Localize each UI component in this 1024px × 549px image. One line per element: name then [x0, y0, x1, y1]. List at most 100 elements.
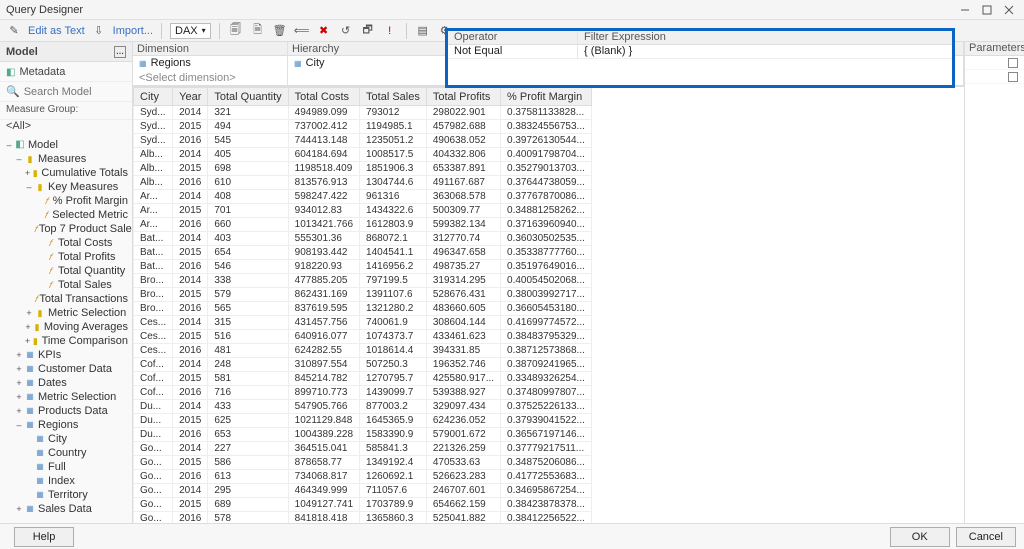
expand-button[interactable]: … — [114, 46, 126, 58]
tree-twisty[interactable]: – — [24, 180, 34, 194]
tool-icon-3[interactable]: 🗑 — [272, 23, 288, 39]
parameter-checkbox-1[interactable] — [1008, 58, 1018, 68]
table-row[interactable]: Bro...2016565837619.5951321280.2483660.6… — [134, 302, 592, 316]
measure-group-select[interactable]: <All> — [0, 120, 132, 136]
filter-operator-cell[interactable]: Not Equal — [448, 45, 578, 59]
tool-icon-4[interactable]: ⟸ — [294, 23, 310, 39]
parameter-checkbox-2[interactable] — [1008, 72, 1018, 82]
tree-twisty[interactable]: + — [14, 362, 24, 376]
close-button[interactable] — [1000, 1, 1018, 19]
tree-node[interactable]: Total Costs — [0, 236, 132, 250]
filter-expression-cell[interactable]: { (Blank) } — [578, 45, 952, 59]
cancel-icon[interactable]: ✖ — [316, 23, 332, 39]
tree-twisty[interactable]: + — [14, 390, 24, 404]
tree-node[interactable]: Top 7 Product Sales — [0, 222, 132, 236]
table-row[interactable]: Bat...2014403555301.36868072.1312770.740… — [134, 232, 592, 246]
tree-node[interactable]: +Products Data — [0, 404, 132, 418]
cancel-button[interactable]: Cancel — [956, 527, 1016, 547]
tree-node[interactable]: –Key Measures — [0, 180, 132, 194]
tree-node[interactable]: –Regions — [0, 418, 132, 432]
table-row[interactable]: Ar...2015701934012.831434322.6500309.770… — [134, 204, 592, 218]
table-row[interactable]: Syd...2015494737002.4121194985.1457982.6… — [134, 120, 592, 134]
language-combo[interactable]: DAX ▾ — [170, 23, 211, 39]
minimize-button[interactable] — [956, 1, 974, 19]
tree-node[interactable]: Total Transactions — [0, 292, 132, 306]
tool-icon-2[interactable]: 🗎 — [250, 23, 266, 39]
help-button[interactable]: Help — [14, 527, 74, 547]
dim-val-dimension[interactable]: Regions — [133, 56, 287, 71]
tree-node[interactable]: +Cumulative Totals — [0, 166, 132, 180]
grid-header[interactable]: Total Profits — [426, 88, 500, 106]
table-row[interactable]: Bat...2016546918220.931416956.2498735.27… — [134, 260, 592, 274]
tree-node[interactable]: +KPIs — [0, 348, 132, 362]
tree-node[interactable]: +Metric Selection — [0, 306, 132, 320]
table-row[interactable]: Go...2015586878658.771349192.4470533.630… — [134, 456, 592, 470]
table-row[interactable]: Alb...20156981198518.4091851906.3653387.… — [134, 162, 592, 176]
grid-header[interactable]: Total Quantity — [208, 88, 288, 106]
tree-twisty[interactable]: + — [14, 348, 24, 362]
search-model-input[interactable] — [24, 86, 126, 98]
grid-header[interactable]: City — [134, 88, 173, 106]
tree-node[interactable]: Territory — [0, 488, 132, 502]
execute-icon[interactable]: ! — [382, 23, 398, 39]
tree-twisty[interactable]: + — [24, 166, 31, 180]
grid-header[interactable]: % Profit Margin — [501, 88, 592, 106]
tree-twisty[interactable]: + — [24, 320, 32, 334]
table-row[interactable]: Du...2014433547905.766877003.2329097.434… — [134, 400, 592, 414]
tree-node[interactable]: Total Quantity — [0, 264, 132, 278]
tree-node[interactable]: +Moving Averages — [0, 320, 132, 334]
tree-node[interactable]: Total Sales — [0, 278, 132, 292]
tool-icon-1[interactable]: 🗐 — [228, 23, 244, 39]
tree-node[interactable]: +Dates — [0, 376, 132, 390]
table-row[interactable]: Alb...2016610813576.9131304744.6491167.6… — [134, 176, 592, 190]
aggregate-icon[interactable]: ▤ — [415, 23, 431, 39]
table-row[interactable]: Go...2014227364515.041585841.3221326.259… — [134, 442, 592, 456]
table-row[interactable]: Cof...2014248310897.554507250.3196352.74… — [134, 358, 592, 372]
table-row[interactable]: Ar...20166601013421.7661612803.9599382.1… — [134, 218, 592, 232]
tree-twisty[interactable]: – — [14, 418, 24, 432]
table-row[interactable]: Go...2014295464349.999711057.6246707.601… — [134, 484, 592, 498]
table-row[interactable]: Ar...2014408598247.422961316363068.5780.… — [134, 190, 592, 204]
tree-node[interactable]: Index — [0, 474, 132, 488]
table-row[interactable]: Go...2016613734068.8171260692.1526623.28… — [134, 470, 592, 484]
import-link[interactable]: Import... — [113, 25, 153, 37]
grid-header[interactable]: Total Sales — [360, 88, 427, 106]
maximize-button[interactable] — [978, 1, 996, 19]
tree-node[interactable]: Total Profits — [0, 250, 132, 264]
table-row[interactable]: Ces...2016481624282.551018614.4394331.85… — [134, 344, 592, 358]
tree-twisty[interactable]: – — [4, 138, 14, 152]
ok-button[interactable]: OK — [890, 527, 950, 547]
grid-header[interactable]: Total Costs — [288, 88, 359, 106]
dim-placeholder[interactable]: <Select dimension> — [133, 71, 287, 86]
table-row[interactable]: Go...20156891049127.7411703789.9654662.1… — [134, 498, 592, 512]
table-row[interactable]: Cof...2015581845214.7821270795.7425580.9… — [134, 372, 592, 386]
tree-node[interactable]: Full — [0, 460, 132, 474]
table-row[interactable]: Bro...2015579862431.1691391107.6528676.4… — [134, 288, 592, 302]
results-grid-wrap[interactable]: CityYearTotal QuantityTotal CostsTotal S… — [133, 86, 964, 523]
tree-node[interactable]: +Customer Data — [0, 362, 132, 376]
tree-node[interactable]: +Time Comparison — [0, 334, 132, 348]
tree-twisty[interactable]: + — [24, 306, 34, 320]
table-row[interactable]: Syd...2014321494989.099793012298022.9010… — [134, 106, 592, 120]
tree-node[interactable]: Selected Metric — [0, 208, 132, 222]
table-row[interactable]: Bro...2014338477885.205797199.5319314.29… — [134, 274, 592, 288]
tree-twisty[interactable]: + — [24, 334, 31, 348]
tree-node[interactable]: +Sales Data — [0, 502, 132, 516]
tool-icon-5[interactable]: ↺ — [338, 23, 354, 39]
tree-twisty[interactable]: + — [14, 502, 24, 516]
table-row[interactable]: Du...20166531004389.2281583390.9579001.6… — [134, 428, 592, 442]
tree-node[interactable]: –Measures — [0, 152, 132, 166]
table-row[interactable]: Bat...2015654908193.4421404541.1496347.6… — [134, 246, 592, 260]
tree-twisty[interactable]: – — [14, 152, 24, 166]
metadata-tab[interactable]: Metadata — [0, 62, 132, 82]
table-row[interactable]: Alb...2014405604184.6941008517.5404332.8… — [134, 148, 592, 162]
table-row[interactable]: Cof...2016716899710.7731439099.7539388.9… — [134, 386, 592, 400]
table-row[interactable]: Du...20156251021129.8481645365.9624236.0… — [134, 414, 592, 428]
tree-node[interactable]: +Metric Selection — [0, 390, 132, 404]
table-row[interactable]: Go...2016578841818.4181365860.3525041.88… — [134, 512, 592, 524]
table-row[interactable]: Syd...2016545744413.1481235051.2490638.0… — [134, 134, 592, 148]
tree-twisty[interactable]: + — [14, 404, 24, 418]
table-row[interactable]: Ces...2014315431457.756740061.9308604.14… — [134, 316, 592, 330]
tree-node[interactable]: City — [0, 432, 132, 446]
tree-node[interactable]: Country — [0, 446, 132, 460]
